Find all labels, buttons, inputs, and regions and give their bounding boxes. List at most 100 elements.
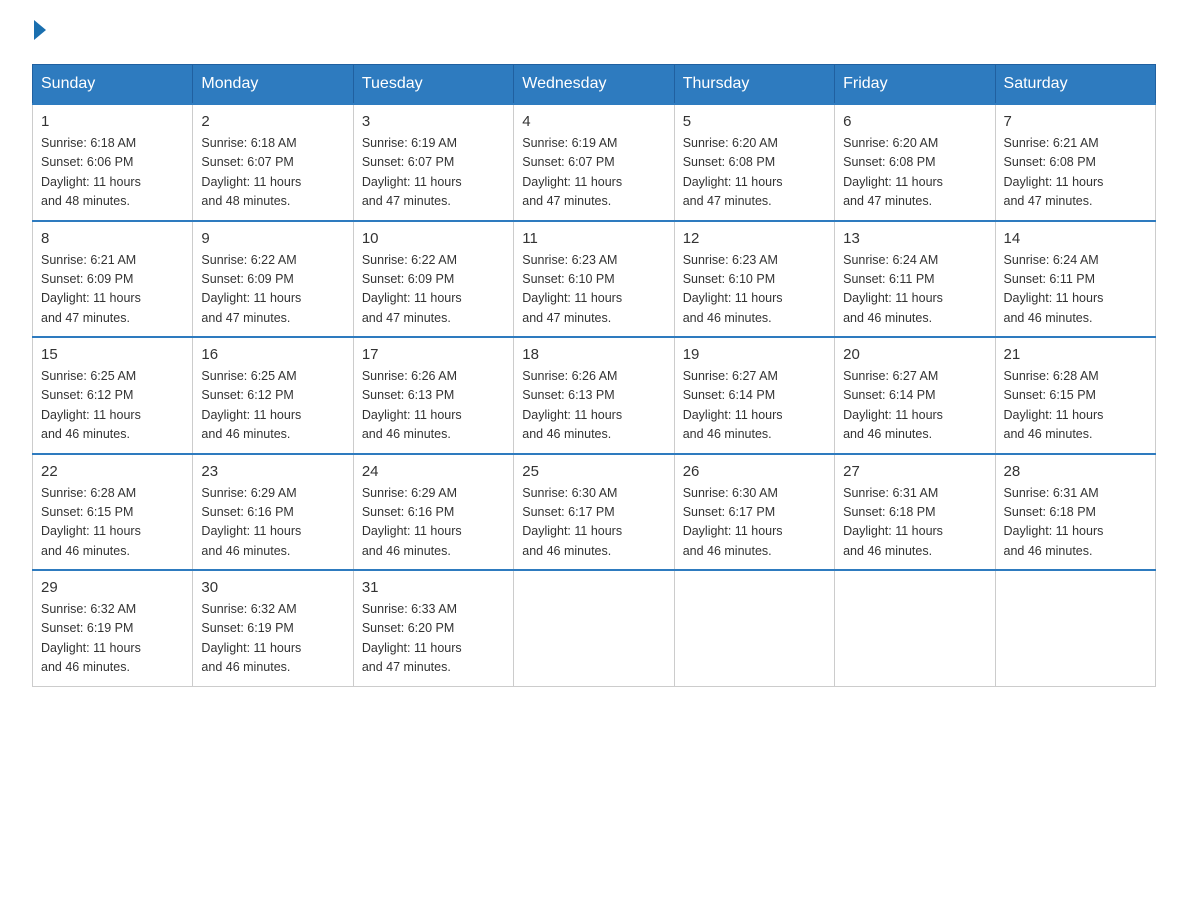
calendar-day-cell [674,570,834,686]
day-info: Sunrise: 6:20 AM Sunset: 6:08 PM Dayligh… [843,134,986,212]
day-number: 13 [843,230,986,247]
calendar-table: SundayMondayTuesdayWednesdayThursdayFrid… [32,64,1156,687]
day-number: 17 [362,346,505,363]
calendar-day-cell: 30 Sunrise: 6:32 AM Sunset: 6:19 PM Dayl… [193,570,353,686]
calendar-day-cell: 12 Sunrise: 6:23 AM Sunset: 6:10 PM Dayl… [674,221,834,338]
day-number: 1 [41,113,184,130]
day-number: 22 [41,463,184,480]
calendar-day-cell [835,570,995,686]
calendar-week-row: 15 Sunrise: 6:25 AM Sunset: 6:12 PM Dayl… [33,337,1156,454]
calendar-day-cell: 23 Sunrise: 6:29 AM Sunset: 6:16 PM Dayl… [193,454,353,571]
calendar-week-row: 8 Sunrise: 6:21 AM Sunset: 6:09 PM Dayli… [33,221,1156,338]
day-number: 24 [362,463,505,480]
calendar-day-cell: 8 Sunrise: 6:21 AM Sunset: 6:09 PM Dayli… [33,221,193,338]
day-number: 28 [1004,463,1147,480]
day-info: Sunrise: 6:26 AM Sunset: 6:13 PM Dayligh… [522,367,665,445]
day-info: Sunrise: 6:25 AM Sunset: 6:12 PM Dayligh… [201,367,344,445]
day-info: Sunrise: 6:26 AM Sunset: 6:13 PM Dayligh… [362,367,505,445]
calendar-day-cell: 17 Sunrise: 6:26 AM Sunset: 6:13 PM Dayl… [353,337,513,454]
day-info: Sunrise: 6:22 AM Sunset: 6:09 PM Dayligh… [362,251,505,329]
calendar-day-cell: 14 Sunrise: 6:24 AM Sunset: 6:11 PM Dayl… [995,221,1155,338]
calendar-day-cell: 28 Sunrise: 6:31 AM Sunset: 6:18 PM Dayl… [995,454,1155,571]
calendar-week-row: 22 Sunrise: 6:28 AM Sunset: 6:15 PM Dayl… [33,454,1156,571]
weekday-header-friday: Friday [835,65,995,105]
calendar-day-cell: 26 Sunrise: 6:30 AM Sunset: 6:17 PM Dayl… [674,454,834,571]
day-info: Sunrise: 6:18 AM Sunset: 6:07 PM Dayligh… [201,134,344,212]
day-info: Sunrise: 6:28 AM Sunset: 6:15 PM Dayligh… [41,484,184,562]
day-number: 6 [843,113,986,130]
day-info: Sunrise: 6:33 AM Sunset: 6:20 PM Dayligh… [362,600,505,678]
calendar-day-cell: 27 Sunrise: 6:31 AM Sunset: 6:18 PM Dayl… [835,454,995,571]
day-info: Sunrise: 6:21 AM Sunset: 6:08 PM Dayligh… [1004,134,1147,212]
calendar-day-cell: 15 Sunrise: 6:25 AM Sunset: 6:12 PM Dayl… [33,337,193,454]
day-number: 11 [522,230,665,247]
day-info: Sunrise: 6:23 AM Sunset: 6:10 PM Dayligh… [522,251,665,329]
page-header [32,24,1156,40]
day-number: 8 [41,230,184,247]
day-number: 18 [522,346,665,363]
logo-triangle-icon [34,20,46,40]
calendar-day-cell [995,570,1155,686]
day-number: 29 [41,579,184,596]
day-number: 4 [522,113,665,130]
weekday-header-tuesday: Tuesday [353,65,513,105]
calendar-day-cell: 7 Sunrise: 6:21 AM Sunset: 6:08 PM Dayli… [995,104,1155,221]
day-info: Sunrise: 6:29 AM Sunset: 6:16 PM Dayligh… [362,484,505,562]
calendar-day-cell [514,570,674,686]
day-info: Sunrise: 6:22 AM Sunset: 6:09 PM Dayligh… [201,251,344,329]
calendar-day-cell: 20 Sunrise: 6:27 AM Sunset: 6:14 PM Dayl… [835,337,995,454]
weekday-header-saturday: Saturday [995,65,1155,105]
day-info: Sunrise: 6:30 AM Sunset: 6:17 PM Dayligh… [522,484,665,562]
day-number: 31 [362,579,505,596]
day-number: 10 [362,230,505,247]
calendar-day-cell: 13 Sunrise: 6:24 AM Sunset: 6:11 PM Dayl… [835,221,995,338]
day-number: 15 [41,346,184,363]
calendar-day-cell: 29 Sunrise: 6:32 AM Sunset: 6:19 PM Dayl… [33,570,193,686]
day-number: 19 [683,346,826,363]
calendar-day-cell: 31 Sunrise: 6:33 AM Sunset: 6:20 PM Dayl… [353,570,513,686]
calendar-day-cell: 19 Sunrise: 6:27 AM Sunset: 6:14 PM Dayl… [674,337,834,454]
weekday-header-thursday: Thursday [674,65,834,105]
weekday-header-wednesday: Wednesday [514,65,674,105]
calendar-day-cell: 16 Sunrise: 6:25 AM Sunset: 6:12 PM Dayl… [193,337,353,454]
day-number: 7 [1004,113,1147,130]
day-info: Sunrise: 6:24 AM Sunset: 6:11 PM Dayligh… [843,251,986,329]
day-info: Sunrise: 6:31 AM Sunset: 6:18 PM Dayligh… [1004,484,1147,562]
day-number: 2 [201,113,344,130]
day-number: 9 [201,230,344,247]
day-number: 5 [683,113,826,130]
day-info: Sunrise: 6:32 AM Sunset: 6:19 PM Dayligh… [201,600,344,678]
day-info: Sunrise: 6:21 AM Sunset: 6:09 PM Dayligh… [41,251,184,329]
calendar-day-cell: 21 Sunrise: 6:28 AM Sunset: 6:15 PM Dayl… [995,337,1155,454]
day-info: Sunrise: 6:27 AM Sunset: 6:14 PM Dayligh… [683,367,826,445]
day-info: Sunrise: 6:19 AM Sunset: 6:07 PM Dayligh… [522,134,665,212]
day-number: 3 [362,113,505,130]
calendar-day-cell: 2 Sunrise: 6:18 AM Sunset: 6:07 PM Dayli… [193,104,353,221]
calendar-day-cell: 22 Sunrise: 6:28 AM Sunset: 6:15 PM Dayl… [33,454,193,571]
day-info: Sunrise: 6:31 AM Sunset: 6:18 PM Dayligh… [843,484,986,562]
day-number: 25 [522,463,665,480]
calendar-day-cell: 11 Sunrise: 6:23 AM Sunset: 6:10 PM Dayl… [514,221,674,338]
calendar-body: 1 Sunrise: 6:18 AM Sunset: 6:06 PM Dayli… [33,104,1156,686]
day-number: 12 [683,230,826,247]
day-info: Sunrise: 6:30 AM Sunset: 6:17 PM Dayligh… [683,484,826,562]
calendar-day-cell: 24 Sunrise: 6:29 AM Sunset: 6:16 PM Dayl… [353,454,513,571]
day-info: Sunrise: 6:24 AM Sunset: 6:11 PM Dayligh… [1004,251,1147,329]
day-number: 23 [201,463,344,480]
day-info: Sunrise: 6:19 AM Sunset: 6:07 PM Dayligh… [362,134,505,212]
calendar-day-cell: 9 Sunrise: 6:22 AM Sunset: 6:09 PM Dayli… [193,221,353,338]
day-number: 20 [843,346,986,363]
logo [32,24,46,40]
calendar-day-cell: 1 Sunrise: 6:18 AM Sunset: 6:06 PM Dayli… [33,104,193,221]
calendar-day-cell: 10 Sunrise: 6:22 AM Sunset: 6:09 PM Dayl… [353,221,513,338]
day-number: 14 [1004,230,1147,247]
calendar-header: SundayMondayTuesdayWednesdayThursdayFrid… [33,65,1156,105]
weekday-header-row: SundayMondayTuesdayWednesdayThursdayFrid… [33,65,1156,105]
calendar-day-cell: 3 Sunrise: 6:19 AM Sunset: 6:07 PM Dayli… [353,104,513,221]
day-info: Sunrise: 6:23 AM Sunset: 6:10 PM Dayligh… [683,251,826,329]
day-info: Sunrise: 6:32 AM Sunset: 6:19 PM Dayligh… [41,600,184,678]
day-number: 21 [1004,346,1147,363]
day-info: Sunrise: 6:28 AM Sunset: 6:15 PM Dayligh… [1004,367,1147,445]
day-number: 27 [843,463,986,480]
day-number: 16 [201,346,344,363]
